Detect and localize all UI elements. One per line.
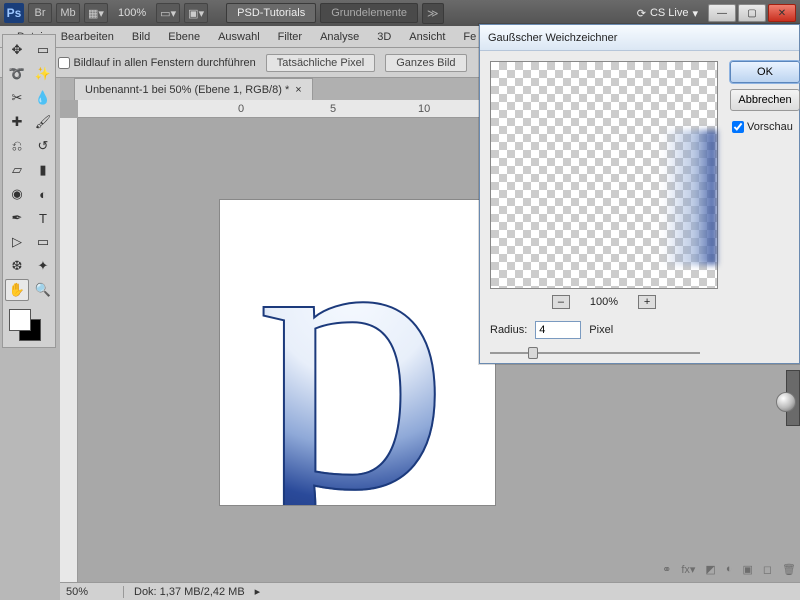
marquee-tool[interactable]: ▭ bbox=[31, 39, 55, 61]
menu-bearbeiten[interactable]: Bearbeiten bbox=[52, 28, 123, 46]
new-layer-icon[interactable]: ◻ bbox=[763, 563, 772, 576]
window-maximize-button[interactable]: ▢ bbox=[738, 4, 766, 22]
document-tab[interactable]: Unbenannt-1 bei 50% (Ebene 1, RGB/8) * × bbox=[74, 78, 313, 100]
3d-tool[interactable]: ❆ bbox=[5, 255, 29, 277]
history-brush-tool[interactable]: ↺ bbox=[31, 135, 55, 157]
gaussian-blur-dialog: Gaußscher Weichzeichner – 100% + Radius:… bbox=[479, 24, 800, 364]
wand-tool[interactable]: ✨ bbox=[31, 63, 55, 85]
ps-logo-icon: Ps bbox=[4, 3, 24, 23]
status-docinfo[interactable]: Dok: 1,37 MB/2,42 MB bbox=[124, 586, 255, 598]
status-zoom[interactable]: 50% bbox=[60, 586, 124, 598]
radius-slider[interactable] bbox=[490, 345, 700, 361]
move-tool[interactable]: ✥ bbox=[5, 39, 29, 61]
eyedropper-tool[interactable]: 💧 bbox=[31, 87, 55, 109]
zoom-level[interactable]: 100% bbox=[112, 7, 152, 19]
ok-button[interactable]: OK bbox=[730, 61, 800, 83]
view-extras-button[interactable]: ▦▾ bbox=[84, 3, 108, 23]
hand-tool[interactable]: ✋ bbox=[5, 279, 29, 301]
canvas[interactable]: p bbox=[220, 200, 495, 505]
window-close-button[interactable]: ✕ bbox=[768, 4, 796, 22]
brush-tool[interactable]: 🖌 bbox=[31, 111, 55, 133]
cslive-menu[interactable]: ⟳ CS Live ▾ bbox=[637, 7, 698, 20]
pen-tool[interactable]: ✒ bbox=[5, 207, 29, 229]
screenmode-button[interactable]: ▣▾ bbox=[184, 3, 208, 23]
dodge-tool[interactable]: ◐ bbox=[31, 183, 55, 205]
app-title-bar: Ps Br Mb ▦▾ 100% ▭▾ ▣▾ PSD-Tutorials Gru… bbox=[0, 0, 800, 26]
window-minimize-button[interactable]: — bbox=[708, 4, 736, 22]
ruler-vertical bbox=[60, 118, 78, 582]
type-tool[interactable]: T bbox=[31, 207, 55, 229]
eraser-tool[interactable]: ▱ bbox=[5, 159, 29, 181]
mask-icon[interactable]: ◩ bbox=[705, 563, 715, 576]
stamp-tool[interactable]: ⎌ bbox=[5, 135, 29, 157]
foreground-color-swatch[interactable] bbox=[9, 309, 31, 331]
crop-tool[interactable]: ✂ bbox=[5, 87, 29, 109]
menu-bild[interactable]: Bild bbox=[123, 28, 159, 46]
menu-auswahl[interactable]: Auswahl bbox=[209, 28, 269, 46]
menu-analyse[interactable]: Analyse bbox=[311, 28, 368, 46]
adjustment-icon[interactable]: ◐ bbox=[726, 563, 733, 575]
workspace-tab-grundelemente[interactable]: Grundelemente bbox=[320, 3, 418, 23]
slider-thumb[interactable] bbox=[528, 347, 538, 359]
fx-icon[interactable]: fx▾ bbox=[681, 563, 695, 576]
folder-icon[interactable]: ▣ bbox=[742, 563, 752, 576]
3d-camera-tool[interactable]: ✦ bbox=[31, 255, 55, 277]
bridge-button[interactable]: Br bbox=[28, 3, 52, 23]
preview-zoom-value: 100% bbox=[590, 296, 618, 308]
layers-footer-icons: ⚭ fx▾ ◩ ◐ ▣ ◻ 🗑 bbox=[662, 560, 796, 578]
radius-input[interactable] bbox=[535, 321, 581, 339]
trash-icon[interactable]: 🗑 bbox=[782, 563, 796, 576]
workspace-more[interactable]: ≫ bbox=[422, 3, 444, 24]
actual-pixels-button[interactable]: Tatsächliche Pixel bbox=[266, 54, 375, 72]
fit-screen-button[interactable]: Ganzes Bild bbox=[385, 54, 466, 72]
link-icon[interactable]: ⚭ bbox=[662, 563, 671, 576]
lasso-tool[interactable]: ➰ bbox=[5, 63, 29, 85]
close-icon[interactable]: × bbox=[295, 84, 301, 96]
menu-ansicht[interactable]: Ansicht bbox=[400, 28, 454, 46]
artwork-letter: p bbox=[255, 200, 450, 505]
refresh-icon: ⟳ bbox=[637, 7, 646, 20]
menu-filter[interactable]: Filter bbox=[269, 28, 311, 46]
path-select-tool[interactable]: ▷ bbox=[5, 231, 29, 253]
workspace-tab-tutorials[interactable]: PSD-Tutorials bbox=[226, 3, 316, 23]
zoom-in-button[interactable]: + bbox=[638, 295, 656, 309]
blur-preview[interactable] bbox=[490, 61, 718, 289]
minibridge-button[interactable]: Mb bbox=[56, 3, 80, 23]
status-bar: 50% Dok: 1,37 MB/2,42 MB ▸ bbox=[60, 582, 800, 600]
radius-label: Radius: bbox=[490, 324, 527, 336]
zoom-out-button[interactable]: – bbox=[552, 295, 570, 309]
3d-sphere-icon[interactable] bbox=[776, 392, 796, 412]
tools-panel: ✥ ▭ ➰ ✨ ✂ 💧 ✚ 🖌 ⎌ ↺ ▱ ▮ ◉ ◐ ✒ T ▷ ▭ ❆ ✦ … bbox=[2, 34, 56, 348]
dialog-titlebar[interactable]: Gaußscher Weichzeichner bbox=[480, 25, 799, 51]
radius-unit: Pixel bbox=[589, 324, 613, 336]
zoom-tool[interactable]: 🔍 bbox=[31, 279, 55, 301]
cancel-button[interactable]: Abbrechen bbox=[730, 89, 800, 111]
blur-tool[interactable]: ◉ bbox=[5, 183, 29, 205]
preview-checkbox[interactable]: Vorschau bbox=[730, 121, 800, 133]
gradient-tool[interactable]: ▮ bbox=[31, 159, 55, 181]
menu-ebene[interactable]: Ebene bbox=[159, 28, 209, 46]
shape-tool[interactable]: ▭ bbox=[31, 231, 55, 253]
color-swatches[interactable] bbox=[5, 307, 55, 343]
menu-3d[interactable]: 3D bbox=[368, 28, 400, 46]
arrange-button[interactable]: ▭▾ bbox=[156, 3, 180, 23]
heal-tool[interactable]: ✚ bbox=[5, 111, 29, 133]
chevron-right-icon[interactable]: ▸ bbox=[255, 585, 261, 598]
scroll-all-checkbox[interactable]: Bildlauf in allen Fenstern durchführen bbox=[58, 57, 256, 69]
chevron-down-icon: ▾ bbox=[692, 7, 698, 20]
